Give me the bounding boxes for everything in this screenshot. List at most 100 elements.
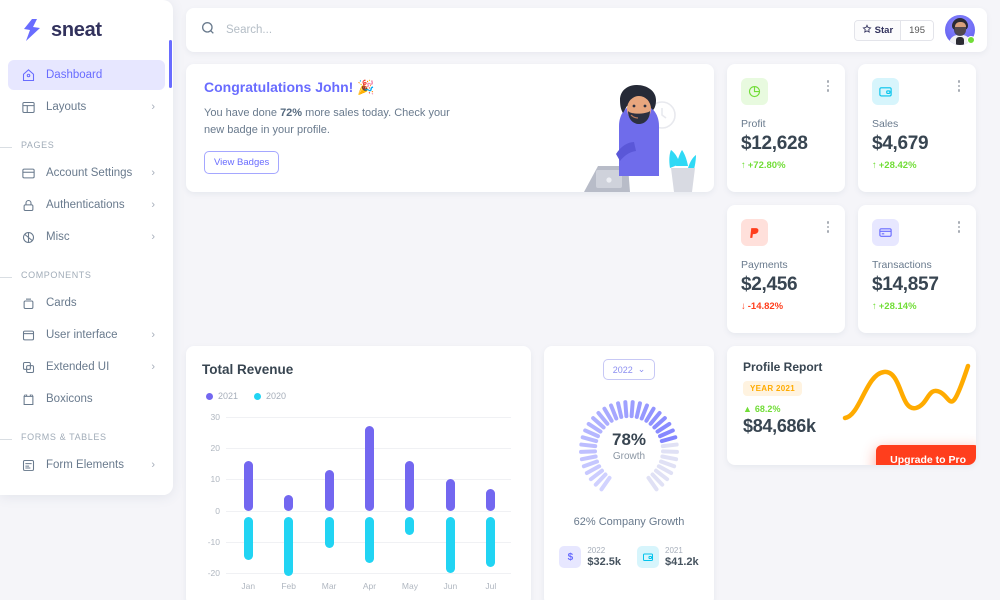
sidebar-item-label: Boxicons xyxy=(46,393,93,405)
search-area[interactable] xyxy=(200,20,854,41)
stat-value: $2,456 xyxy=(741,274,798,295)
stat-menu-button[interactable] xyxy=(825,219,832,237)
chart-legend: 2021 2020 xyxy=(202,391,515,401)
growth-item-value: $41.2k xyxy=(665,556,699,568)
y-axis-tick: 10 xyxy=(210,474,220,485)
chart-bar xyxy=(445,516,455,573)
congrats-illustration xyxy=(584,85,696,192)
stat-label: Sales xyxy=(872,118,899,130)
growth-item-year: 2022 xyxy=(587,546,606,555)
stat-menu-button[interactable] xyxy=(825,78,832,96)
x-axis-tick: Feb xyxy=(281,581,296,591)
chart-bar xyxy=(486,488,496,511)
gauge-label: Growth xyxy=(612,451,646,462)
profile-report-sparkline xyxy=(842,363,971,421)
stat-delta: -14.82% xyxy=(741,301,831,312)
sidebar-item-label: Dashboard xyxy=(46,69,103,81)
sidebar-item-label: Authentications xyxy=(46,199,125,211)
growth-gauge: 78% Growth xyxy=(569,392,689,496)
stat-menu-button[interactable] xyxy=(956,219,963,237)
x-axis-tick: May xyxy=(401,581,418,591)
stat-column-2: Sales $4,679 +28.42% Transactions xyxy=(858,64,976,333)
chart-bar xyxy=(243,516,253,561)
sidebar-item-layouts[interactable]: Layouts › xyxy=(8,92,165,122)
gauge-tick xyxy=(581,459,600,469)
chevron-down-icon: ⌄ xyxy=(637,364,646,374)
sidebar: sneat Dashboard Layouts › PAGES Account … xyxy=(0,0,173,495)
view-badges-button[interactable]: View Badges xyxy=(204,151,280,175)
upgrade-to-pro-button[interactable]: Upgrade to Pro xyxy=(876,445,976,465)
sidebar-section-pages: PAGES xyxy=(0,124,173,156)
sidebar-section-components: COMPONENTS xyxy=(0,254,173,286)
sidebar-item-label: Layouts xyxy=(46,101,87,113)
avatar[interactable] xyxy=(945,15,975,45)
stat-card-sales: Sales $4,679 +28.42% xyxy=(858,64,976,192)
paypal-icon xyxy=(741,219,768,246)
chart-bar xyxy=(284,495,294,511)
profile-report-badge: YEAR 2021 xyxy=(743,381,802,396)
sidebar-item-form-elements[interactable]: Form Elements › xyxy=(8,450,165,480)
x-axis-tick: Jan xyxy=(241,581,256,591)
sidebar-item-cards[interactable]: Cards xyxy=(8,288,165,318)
profile-report-card: Profile Report YEAR 2021 ▲ 68.2% $84,686k… xyxy=(727,346,976,465)
congrats-highlight: 72% xyxy=(280,107,303,119)
sidebar-item-partial[interactable] xyxy=(8,482,165,495)
brand[interactable]: sneat xyxy=(0,14,173,58)
github-star-group[interactable]: Star 195 xyxy=(853,19,934,41)
chart-bar xyxy=(284,516,294,576)
gauge-percent: 78% xyxy=(611,430,647,449)
sidebar-item-misc[interactable]: Misc › xyxy=(8,222,165,252)
sidebar-item-label: Extended UI xyxy=(46,361,110,373)
stat-value: $12,628 xyxy=(741,133,808,154)
gauge-tick xyxy=(623,400,629,419)
gauge-tick xyxy=(658,459,677,469)
layout-icon xyxy=(20,99,37,116)
sneat-logo-icon xyxy=(21,18,43,42)
sidebar-item-dashboard[interactable]: Dashboard xyxy=(8,60,165,90)
stat-value: $4,679 xyxy=(872,133,929,154)
x-axis-tick: Jul xyxy=(485,581,497,591)
sidebar-item-account-settings[interactable]: Account Settings › xyxy=(8,158,165,188)
sidebar-item-label: Form Elements xyxy=(46,459,124,471)
chevron-right-icon: › xyxy=(151,328,155,341)
arrow-up-icon xyxy=(872,160,877,171)
wallet-icon xyxy=(637,546,659,568)
chart-gridline xyxy=(226,573,511,574)
sidebar-item-label: Misc xyxy=(46,231,70,243)
legend-item-2021[interactable]: 2021 xyxy=(206,391,238,401)
sidebar-item-authentications[interactable]: Authentications › xyxy=(8,190,165,220)
lock-icon xyxy=(20,197,37,214)
chart-bar xyxy=(405,460,415,511)
row-middle: Total Revenue 2021 2020 30 20 10 0 -10 -20 Jan… xyxy=(186,346,987,600)
chart-pie-icon xyxy=(741,78,768,105)
chart-bar xyxy=(324,470,334,511)
legend-item-2020[interactable]: 2020 xyxy=(254,391,286,401)
home-icon xyxy=(20,67,37,84)
chevron-right-icon: › xyxy=(151,360,155,373)
gauge-tick xyxy=(609,403,619,421)
y-axis-tick: -10 xyxy=(207,536,220,547)
x-axis-tick: Jun xyxy=(443,581,458,591)
sidebar-item-extended-ui[interactable]: Extended UI › xyxy=(8,352,165,382)
chevron-right-icon: › xyxy=(151,198,155,211)
star-count: 195 xyxy=(900,20,933,40)
gauge-tick xyxy=(616,401,624,419)
wallet-icon xyxy=(872,78,899,105)
sidebar-scrollbar[interactable] xyxy=(169,40,172,88)
year-select[interactable]: 2022 ⌄ xyxy=(602,359,656,380)
chart-bar xyxy=(486,516,496,567)
star-button[interactable]: Star xyxy=(854,20,901,40)
stat-delta: +28.42% xyxy=(872,160,962,171)
congratulations-card: Congratulations John! 🎉 You have done 72… xyxy=(186,64,714,192)
sidebar-item-boxicons[interactable]: Boxicons xyxy=(8,384,165,414)
form-elements-icon xyxy=(20,457,37,474)
arrow-up-icon: ▲ xyxy=(743,404,752,414)
dollar-icon: $ xyxy=(559,546,582,568)
legend-label: 2020 xyxy=(266,391,287,401)
chevron-right-icon: › xyxy=(151,230,155,243)
sidebar-item-user-interface[interactable]: User interface › xyxy=(8,320,165,350)
legend-label: 2021 xyxy=(218,391,239,401)
stat-menu-button[interactable] xyxy=(956,78,963,96)
search-input[interactable] xyxy=(226,24,486,36)
star-label: Star xyxy=(874,24,894,36)
